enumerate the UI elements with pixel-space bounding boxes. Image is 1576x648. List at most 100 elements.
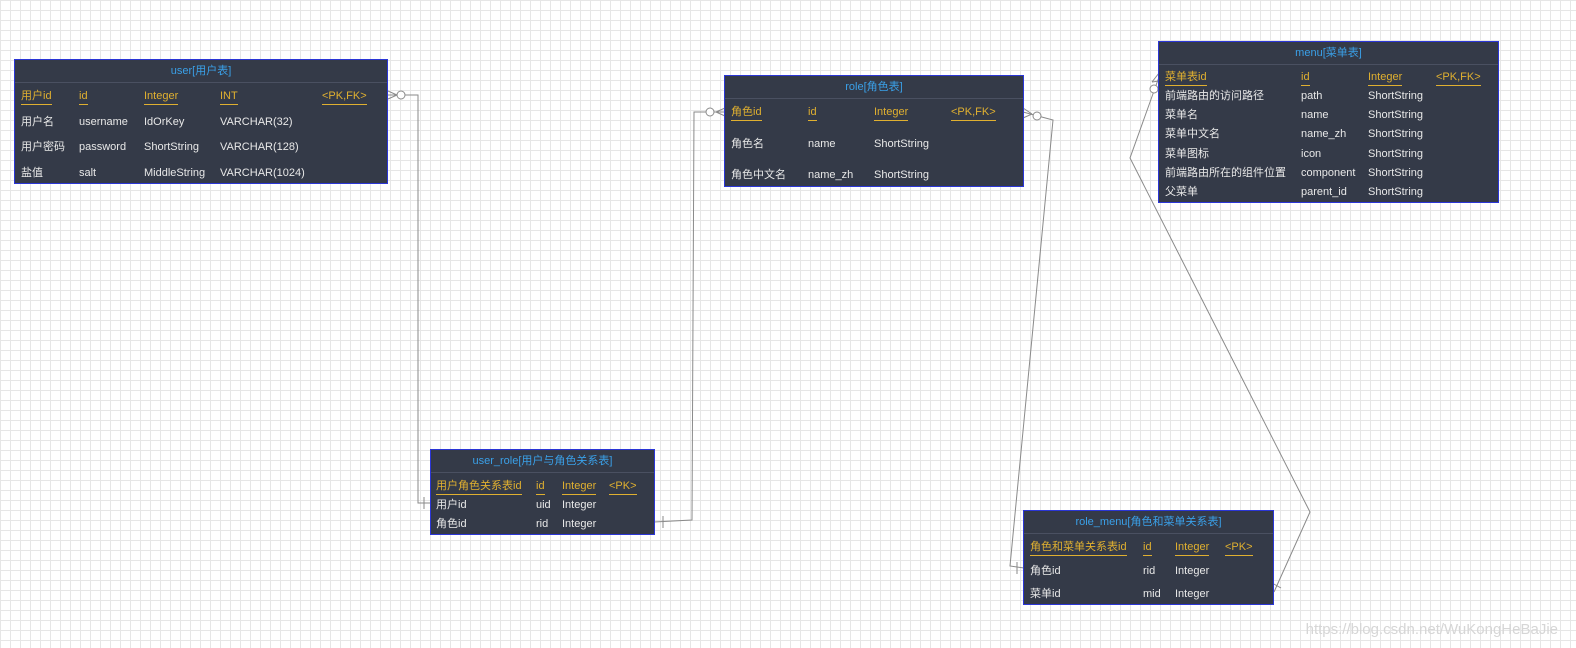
cell-column: id [536,478,545,495]
cell-column: name_zh [1301,128,1347,140]
table-row: 角色名 name ShortString [725,136,1023,154]
table-row: 父菜单 parent_id ShortString [1159,184,1498,202]
cell-column: icon [1301,148,1322,160]
cell-domain: ShortString [1368,148,1424,160]
cell-type: VARCHAR(32) [220,116,293,128]
cell-comment: 盐值 [21,167,43,179]
cell-comment: 菜单图标 [1165,148,1209,160]
crow-foot-zero-many-role-out [1022,107,1042,121]
table-user-title: user[用户表] [15,60,387,83]
cell-key: <PK> [1225,539,1253,556]
table-row: 盐值 salt MiddleString VARCHAR(1024) [15,165,387,183]
cell-domain: ShortString [1368,128,1424,140]
cell-key: <PK> [609,478,637,495]
table-row: 前端路由所在的组件位置 component ShortString [1159,165,1498,183]
cell-comment: 菜单id [1030,588,1061,600]
table-row: 角色id id Integer <PK,FK> [725,104,1023,122]
cell-domain: ShortString [874,169,930,181]
table-user[interactable]: user[用户表] 用户id id Integer INT <PK,FK> 用户… [14,59,388,184]
table-row: 角色id rid Integer [1024,563,1273,581]
cell-domain: Integer [1175,539,1210,556]
cell-column: id [808,104,817,121]
cell-domain: IdOrKey [144,116,185,128]
cell-comment: 菜单中文名 [1165,128,1220,140]
cell-comment: 用户密码 [21,141,65,153]
table-menu[interactable]: menu[菜单表] 菜单表id id Integer <PK,FK> 前端路由的… [1158,41,1499,203]
table-row: 用户id id Integer INT <PK,FK> [15,88,387,106]
table-row: 用户id uid Integer [431,497,654,515]
table-menu-title: menu[菜单表] [1159,42,1498,65]
cell-comment: 角色中文名 [731,169,786,181]
cell-domain: ShortString [1368,90,1424,102]
cell-comment: 前端路由所在的组件位置 [1165,167,1286,179]
cell-key: <PK,FK> [1436,69,1481,86]
cell-type: VARCHAR(1024) [220,167,305,179]
table-role-menu[interactable]: role_menu[角色和菜单关系表] 角色和菜单关系表id id Intege… [1023,510,1274,605]
cell-column: path [1301,90,1323,102]
cell-comment: 角色id [731,104,762,121]
table-role-menu-title: role_menu[角色和菜单关系表] [1024,511,1273,534]
table-row: 用户密码 password ShortString VARCHAR(128) [15,139,387,157]
cell-domain: Integer [144,88,179,105]
connector-user-role-role[interactable] [653,111,725,523]
cell-column: parent_id [1301,186,1347,198]
cell-comment: 用户id [436,499,467,511]
cell-comment: 菜单名 [1165,109,1198,121]
cell-column: salt [79,167,97,179]
table-role[interactable]: role[角色表] 角色id id Integer <PK,FK> 角色名 na… [724,75,1024,187]
cell-domain: Integer [1175,588,1210,600]
cell-domain: Integer [562,518,597,530]
table-row: 用户名 username IdOrKey VARCHAR(32) [15,114,387,132]
cell-domain: ShortString [144,141,200,153]
table-row: 角色中文名 name_zh ShortString [725,167,1023,185]
cell-domain: ShortString [874,138,930,150]
connector-user-user-role[interactable] [388,94,431,504]
table-row: 角色id rid Integer [431,516,654,534]
cell-column: mid [1143,588,1161,600]
cell-comment: 用户名 [21,116,54,128]
cell-column: id [1143,539,1152,556]
cell-key: <PK,FK> [322,88,367,105]
cell-domain: MiddleString [144,167,206,179]
cell-domain: Integer [1175,565,1210,577]
table-role-title: role[角色表] [725,76,1023,99]
cell-column: name [808,138,836,150]
table-row: 角色和菜单关系表id id Integer <PK> [1024,539,1273,557]
cell-column: rid [1143,565,1156,577]
cell-column: name [1301,109,1329,121]
cell-key: <PK,FK> [951,104,996,121]
cell-domain: ShortString [1368,186,1424,198]
watermark: https://blog.csdn.net/WuKongHeBaJie [1305,621,1558,638]
cell-column: id [79,88,88,105]
table-user-role[interactable]: user_role[用户与角色关系表] 用户角色关系表id id Integer… [430,449,655,535]
cell-domain: ShortString [1368,167,1424,179]
cell-type: INT [220,88,238,105]
cell-comment: 用户角色关系表id [436,478,522,495]
cell-column: name_zh [808,169,854,181]
cell-column: rid [536,518,549,530]
table-user-role-title: user_role[用户与角色关系表] [431,450,654,473]
cell-domain: Integer [562,499,597,511]
cell-domain: ShortString [1368,109,1424,121]
cell-column: component [1301,167,1356,179]
table-row: 前端路由的访问路径 path ShortString [1159,88,1498,106]
cell-column: uid [536,499,551,511]
cell-column: id [1301,69,1310,86]
cell-column: username [79,116,128,128]
table-row: 菜单中文名 name_zh ShortString [1159,126,1498,144]
cell-comment: 菜单表id [1165,69,1207,86]
cell-comment: 角色和菜单关系表id [1030,539,1127,556]
table-row: 菜单名 name ShortString [1159,107,1498,125]
table-row: 菜单id mid Integer [1024,586,1273,604]
cell-comment: 角色id [436,518,467,530]
cell-comment: 父菜单 [1165,186,1198,198]
cell-comment: 角色id [1030,565,1061,577]
cell-domain: Integer [1368,69,1403,86]
cell-type: VARCHAR(128) [220,141,299,153]
cell-domain: Integer [562,478,597,495]
table-row: 菜单表id id Integer <PK,FK> [1159,69,1498,87]
cell-domain: Integer [874,104,909,121]
table-row: 用户角色关系表id id Integer <PK> [431,478,654,496]
cell-column: password [79,141,127,153]
table-row: 菜单图标 icon ShortString [1159,146,1498,164]
